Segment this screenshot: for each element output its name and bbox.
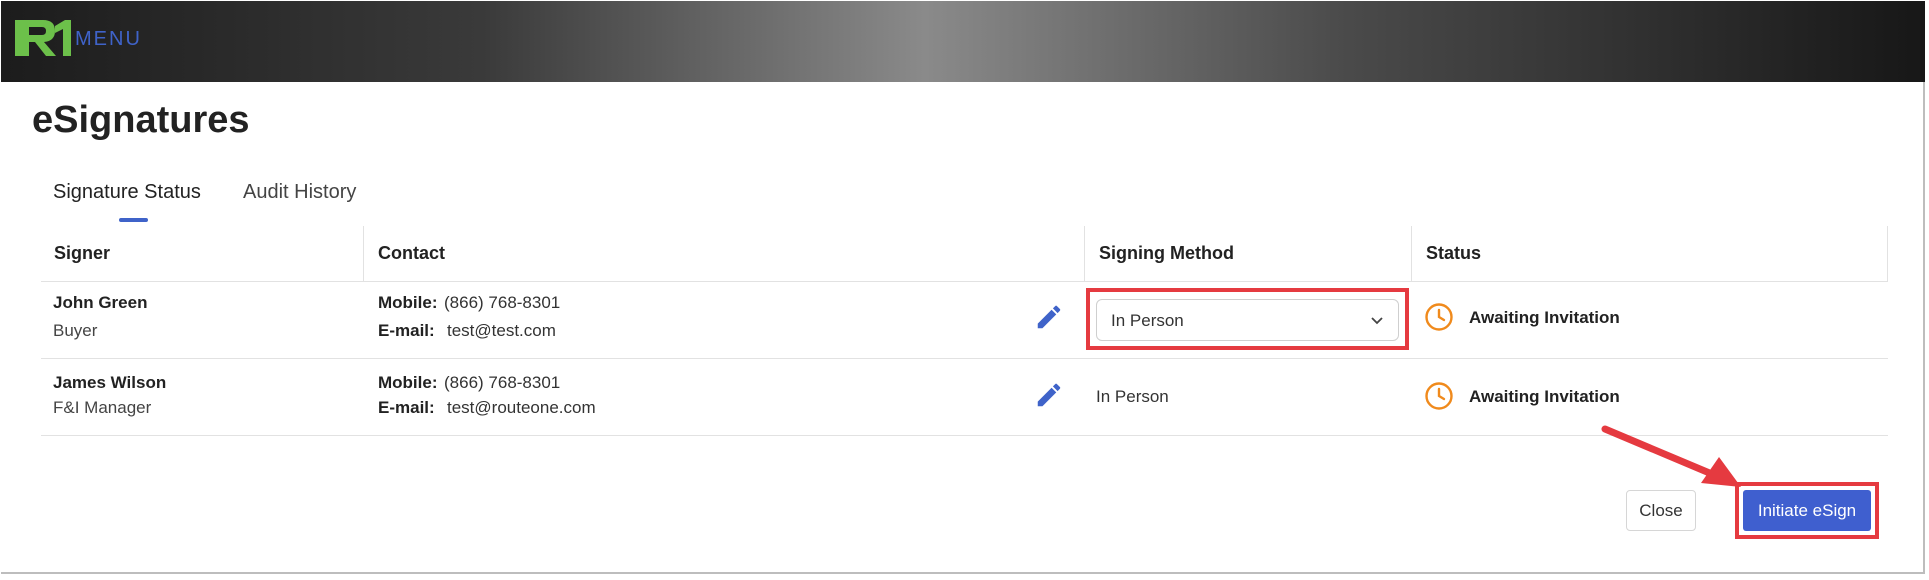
signer-role: Buyer	[53, 321, 98, 340]
header-divider	[41, 281, 1888, 282]
r1-menu-logo[interactable]: MENU	[15, 14, 155, 62]
tab-signature-status[interactable]: Signature Status	[53, 181, 201, 204]
column-divider	[1084, 226, 1085, 281]
menu-label: MENU	[75, 28, 142, 50]
mobile-number: (866) 768-8301	[444, 373, 561, 392]
column-header-status: Status	[1426, 243, 1482, 263]
mobile-label: Mobile:	[378, 373, 438, 392]
email-label: E-mail:	[378, 398, 435, 417]
email-address: test@test.com	[447, 321, 556, 340]
column-header-signing-method: Signing Method	[1099, 243, 1234, 263]
mobile-number: (866) 768-8301	[444, 293, 561, 312]
annotation-arrow-icon	[1601, 425, 1741, 487]
clock-icon	[1425, 303, 1453, 331]
close-button[interactable]: Close	[1626, 490, 1696, 531]
top-bar: MENU	[1, 1, 1925, 82]
column-header-signer: Signer	[54, 243, 111, 263]
column-divider	[1411, 226, 1412, 281]
signer-role: F&I Manager	[53, 398, 152, 417]
mobile-label: Mobile:	[378, 293, 438, 312]
email-address: test@routeone.com	[447, 398, 596, 417]
signer-name: John Green	[53, 293, 148, 312]
signer-name: James Wilson	[53, 373, 167, 392]
highlight-box-initiate-esign	[1735, 482, 1879, 539]
esignatures-window: MENU eSignatures Signature Status Audit …	[1, 1, 1925, 574]
status-text: Awaiting Invitation	[1469, 308, 1620, 327]
column-divider	[363, 226, 364, 281]
signing-method-value: In Person	[1096, 387, 1169, 406]
column-header-contact: Contact	[378, 243, 445, 263]
clock-icon	[1425, 382, 1453, 410]
column-divider	[1887, 226, 1888, 281]
status-text: Awaiting Invitation	[1469, 387, 1620, 406]
tab-audit-history[interactable]: Audit History	[243, 181, 356, 204]
pencil-icon[interactable]	[1034, 380, 1064, 410]
highlight-box-signing-method	[1086, 288, 1409, 350]
row-divider	[41, 358, 1888, 359]
pencil-icon[interactable]	[1034, 302, 1064, 332]
email-label: E-mail:	[378, 321, 435, 340]
page-title: eSignatures	[32, 99, 250, 141]
active-tab-indicator	[119, 218, 148, 222]
